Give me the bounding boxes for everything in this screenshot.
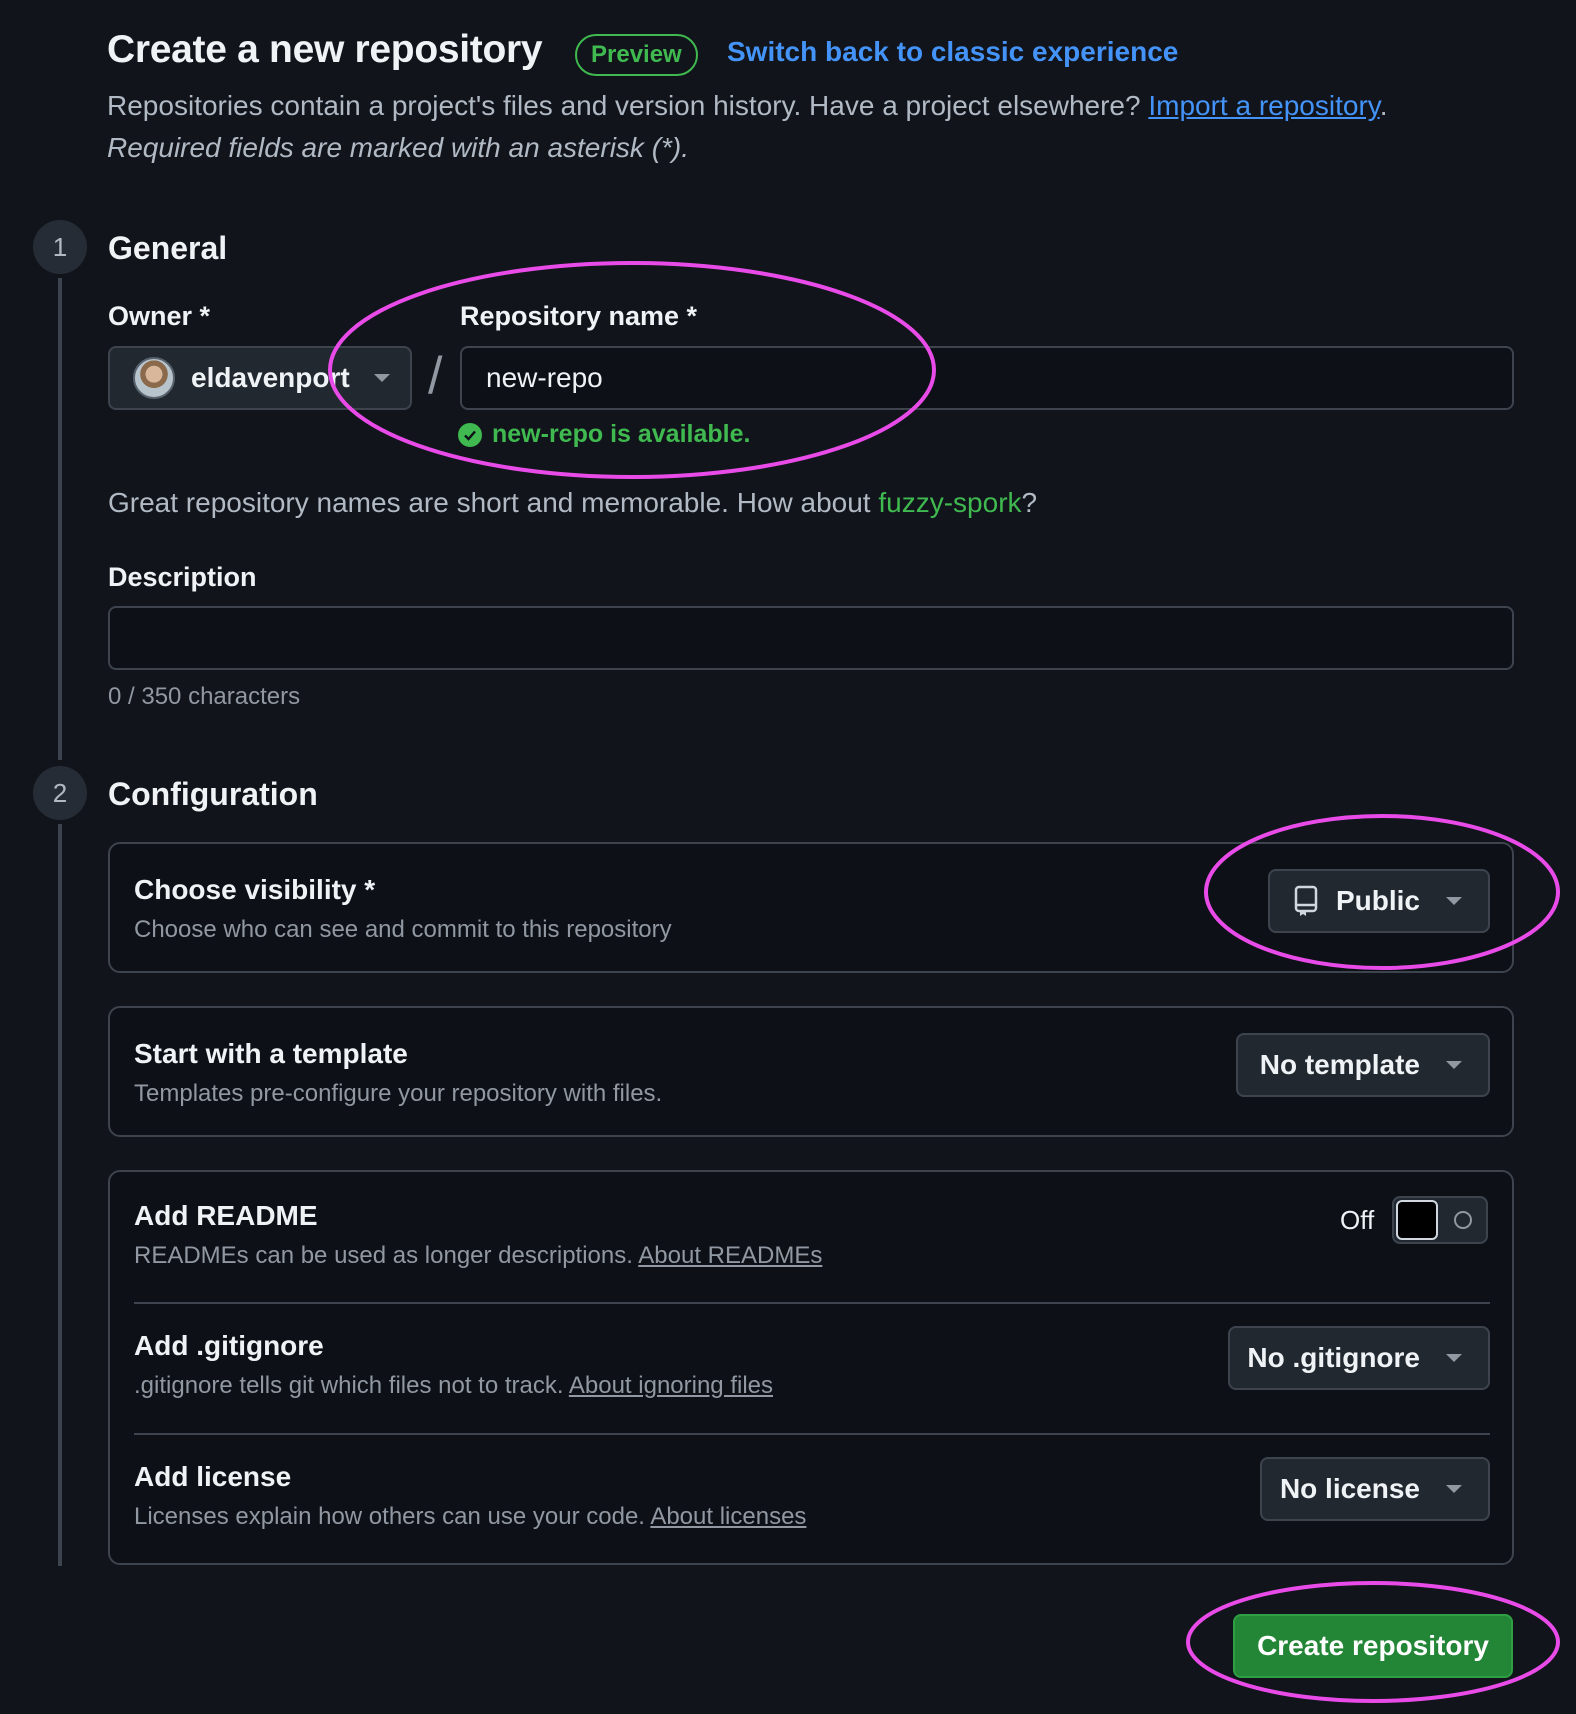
import-repository-link[interactable]: Import a repository	[1148, 90, 1379, 121]
gitignore-value: No .gitignore	[1247, 1342, 1420, 1373]
visibility-card: Choose visibility * Choose who can see a…	[108, 842, 1514, 973]
chevron-down-icon	[1446, 1061, 1462, 1069]
visibility-desc: Choose who can see and commit to this re…	[134, 916, 672, 943]
owner-name: eldavenport	[191, 362, 350, 393]
intro-end: .	[1379, 90, 1388, 121]
step-2-line	[58, 824, 62, 1566]
hint-suffix: ?	[1021, 487, 1038, 518]
about-ignoring-files-link[interactable]: About ignoring files	[569, 1372, 773, 1399]
general-section-title: General	[108, 230, 228, 266]
availability-text: new-repo is available.	[492, 420, 751, 448]
gitignore-desc-text: .gitignore tells git which files not to …	[134, 1372, 564, 1399]
readme-toggle-state: Off	[1340, 1205, 1375, 1235]
chevron-down-icon	[1446, 897, 1462, 905]
step-1-line	[58, 278, 62, 760]
visibility-title: Choose visibility *	[134, 874, 376, 905]
template-desc: Templates pre-configure your repository …	[134, 1080, 663, 1107]
readme-toggle[interactable]	[1392, 1196, 1488, 1244]
intro-sentence: Repositories contain a project's files a…	[107, 90, 1141, 121]
license-title: Add license	[134, 1461, 292, 1492]
chevron-down-icon	[373, 374, 390, 382]
repo-name-input[interactable]	[460, 346, 1514, 410]
about-licenses-link[interactable]: About licenses	[650, 1503, 806, 1530]
preview-badge: Preview	[575, 34, 698, 76]
avatar	[133, 357, 175, 399]
repo-icon	[1294, 885, 1318, 916]
owner-repo-separator: /	[428, 347, 443, 405]
description-char-count: 0 / 350 characters	[108, 683, 301, 710]
step-2-indicator: 2	[33, 766, 87, 820]
license-dropdown[interactable]: No license	[1260, 1457, 1490, 1521]
gitignore-desc: .gitignore tells git which files not to …	[134, 1372, 773, 1400]
chevron-down-icon	[1446, 1354, 1462, 1362]
circle-off-icon	[1454, 1211, 1472, 1229]
name-suggestion-link[interactable]: fuzzy-spork	[878, 487, 1021, 518]
visibility-value: Public	[1335, 885, 1420, 916]
switch-classic-link[interactable]: Switch back to classic experience	[727, 36, 1178, 68]
step-1-indicator: 1	[33, 220, 87, 274]
owner-select[interactable]: eldavenport	[108, 346, 412, 410]
required-note: Required fields are marked with an aster…	[107, 132, 690, 163]
readme-desc-text: READMEs can be used as longer descriptio…	[134, 1242, 633, 1269]
readme-title: Add README	[134, 1200, 318, 1231]
description-input[interactable]	[108, 606, 1514, 670]
row-divider	[134, 1433, 1490, 1435]
gitignore-title: Add .gitignore	[134, 1330, 324, 1361]
license-desc-text: Licenses explain how others can use your…	[134, 1503, 645, 1530]
about-readmes-link[interactable]: About READMEs	[638, 1242, 822, 1269]
hint-prefix: Great repository names are short and mem…	[108, 487, 879, 518]
owner-label: Owner *	[108, 301, 211, 331]
availability-status: new-repo is available.	[458, 420, 750, 449]
template-title: Start with a template	[134, 1038, 408, 1069]
license-value: No license	[1279, 1473, 1420, 1504]
description-label: Description	[108, 562, 257, 592]
check-circle-icon	[458, 422, 482, 447]
repo-name-label: Repository name *	[460, 301, 698, 331]
readme-desc: READMEs can be used as longer descriptio…	[134, 1242, 822, 1270]
configuration-section-title: Configuration	[108, 776, 318, 812]
row-divider	[134, 1302, 1490, 1304]
template-value: No template	[1259, 1049, 1420, 1080]
template-card: Start with a template Templates pre-conf…	[108, 1006, 1514, 1137]
license-desc: Licenses explain how others can use your…	[134, 1503, 806, 1531]
page-title: Create a new repository	[107, 28, 543, 71]
template-dropdown[interactable]: No template	[1236, 1033, 1490, 1097]
chevron-down-icon	[1446, 1485, 1462, 1493]
create-repository-button[interactable]: Create repository	[1233, 1614, 1513, 1678]
intro-text: Repositories contain a project's files a…	[107, 90, 1387, 122]
initialize-files-card: Add README READMEs can be used as longer…	[108, 1170, 1514, 1565]
toggle-knob	[1396, 1200, 1438, 1240]
name-hint: Great repository names are short and mem…	[108, 487, 1037, 519]
gitignore-dropdown[interactable]: No .gitignore	[1228, 1326, 1490, 1390]
visibility-dropdown[interactable]: Public	[1268, 869, 1490, 933]
